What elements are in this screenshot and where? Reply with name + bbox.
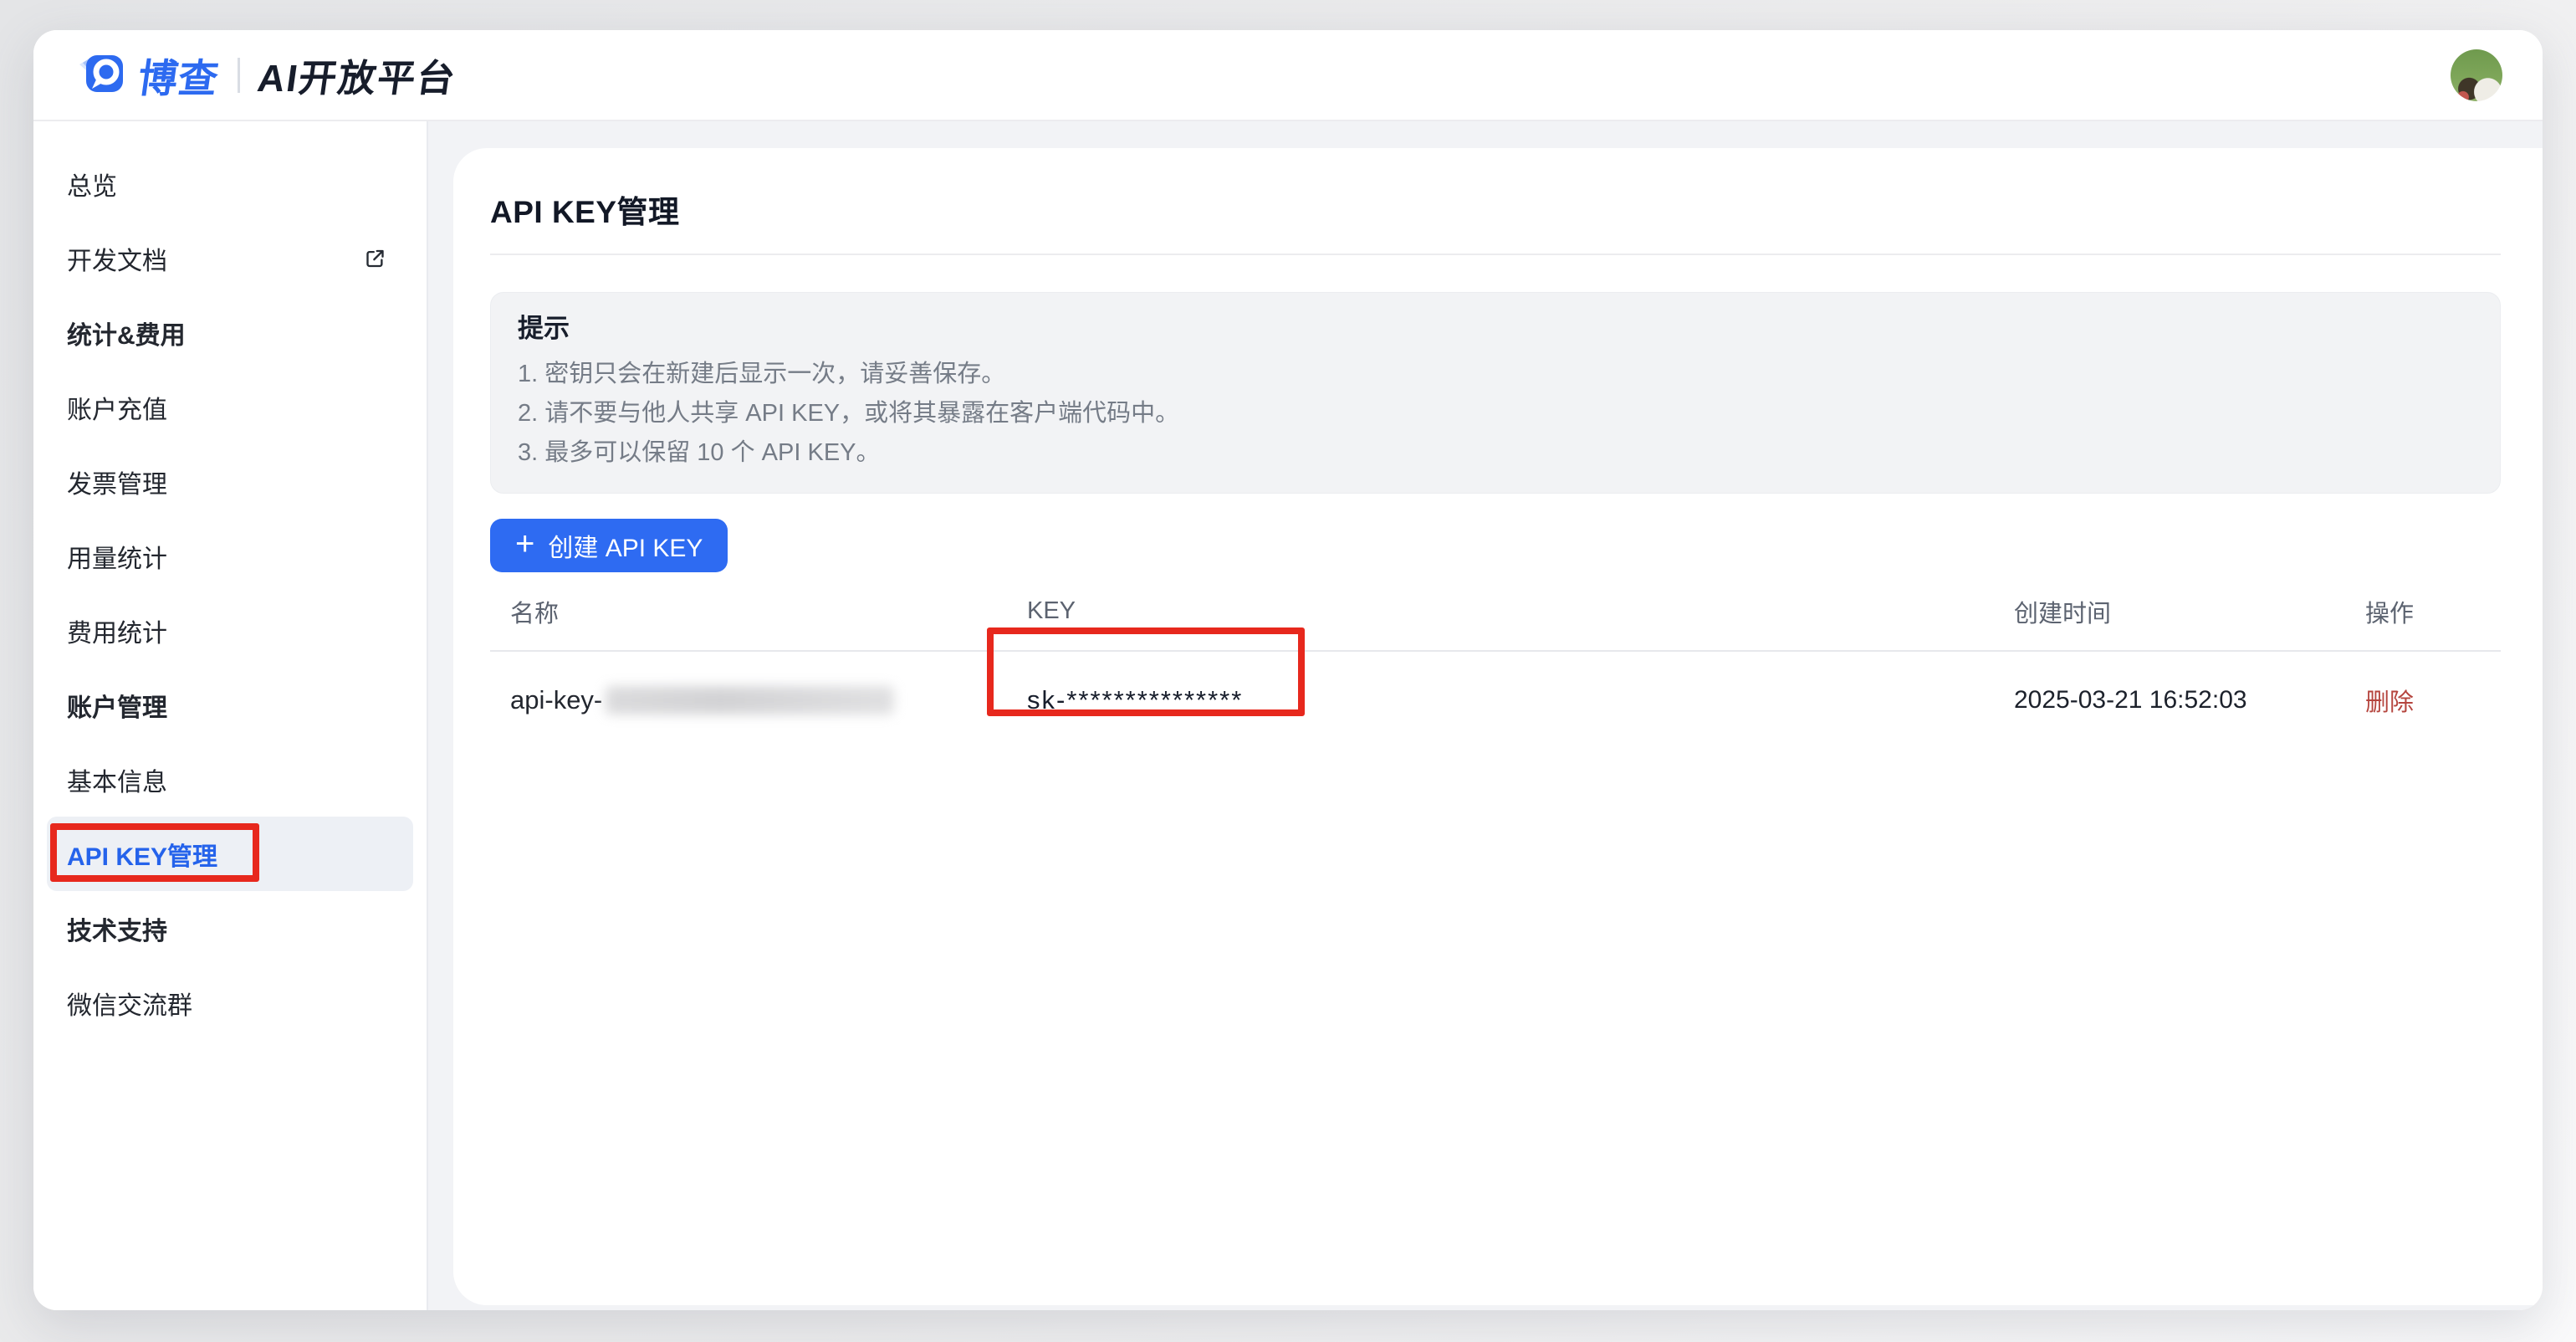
column-header-name: 名称 [490, 594, 1017, 629]
sidebar-item-label: 基本信息 [67, 761, 167, 798]
column-header-key: KEY [1017, 597, 2004, 625]
cell-api-key-name: api-key- [490, 685, 1017, 715]
cell-api-key-value: sk-*************** [1017, 685, 2004, 715]
api-key-name-prefix: api-key- [510, 685, 602, 715]
sidebar-item-basic-info[interactable]: 基本信息 [47, 742, 413, 817]
page-background: { "header": { "brand_name": "博查", "brand… [0, 0, 2576, 1342]
sidebar-section-label: 技术支持 [67, 910, 167, 947]
sidebar-item-label: 微信交流群 [67, 985, 192, 1022]
redacted-name-blur [606, 686, 894, 715]
sidebar-item-wechat-group[interactable]: 微信交流群 [47, 966, 413, 1040]
sidebar-item-dev-docs[interactable]: 开发文档 [47, 221, 413, 295]
sidebar-item-label: 用量统计 [67, 538, 167, 575]
column-header-action: 操作 [2349, 594, 2495, 629]
page-title: API KEY管理 [490, 187, 2501, 232]
sidebar-item-invoice-management[interactable]: 发票管理 [47, 444, 413, 519]
body-layout: 总览 开发文档 统计&费用 账户充值 发票管理 [33, 121, 2543, 1310]
sidebar-section-label: 统计&费用 [67, 315, 186, 351]
tip-line: 3. 最多可以保留 10 个 API KEY。 [518, 433, 2473, 473]
sidebar-item-cost-stats[interactable]: 费用统计 [47, 593, 413, 668]
sidebar-section-account-management: 账户管理 [47, 668, 413, 742]
sidebar-item-label: 费用统计 [67, 612, 167, 649]
masked-key-text: sk-*************** [1027, 685, 1243, 715]
topbar: 博查 AI开放平台 [33, 30, 2543, 121]
tips-box: 提示 1. 密钥只会在新建后显示一次，请妥善保存。 2. 请不要与他人共享 AP… [490, 292, 2501, 494]
sidebar-item-label: API KEY管理 [67, 836, 217, 873]
sidebar-item-api-key-management[interactable]: API KEY管理 [47, 817, 413, 891]
sidebar-item-overview[interactable]: 总览 [47, 146, 413, 221]
cell-created-time: 2025-03-21 16:52:03 [2004, 686, 2349, 715]
sidebar-item-account-recharge[interactable]: 账户充值 [47, 370, 413, 444]
brand: 博查 AI开放平台 [74, 46, 457, 104]
column-header-created-time: 创建时间 [2004, 594, 2349, 629]
create-api-key-label: 创建 API KEY [548, 527, 703, 564]
bocha-logo-icon [74, 52, 125, 99]
main-area: API KEY管理 提示 1. 密钥只会在新建后显示一次，请妥善保存。 2. 请… [428, 121, 2543, 1310]
external-link-icon [364, 247, 386, 269]
brand-divider [238, 58, 240, 93]
cell-action: 删除 [2349, 683, 2495, 718]
sidebar-section-tech-support: 技术支持 [47, 891, 413, 966]
sidebar-item-label: 总览 [67, 166, 117, 202]
sidebar-item-usage-stats[interactable]: 用量统计 [47, 519, 413, 593]
app-window: 博查 AI开放平台 总览 开发文档 统计&费用 [33, 30, 2543, 1310]
title-divider [490, 254, 2501, 255]
user-avatar[interactable] [2451, 49, 2502, 101]
sidebar-section-stats-billing: 统计&费用 [47, 295, 413, 370]
sidebar-section-label: 账户管理 [67, 687, 167, 724]
sidebar-item-label: 发票管理 [67, 464, 167, 500]
create-api-key-button[interactable]: + 创建 API KEY [490, 519, 728, 572]
sidebar: 总览 开发文档 统计&费用 账户充值 发票管理 [33, 121, 428, 1310]
sidebar-item-label: 开发文档 [67, 240, 167, 277]
tip-line: 2. 请不要与他人共享 API KEY，或将其暴露在客户端代码中。 [518, 394, 2473, 433]
tips-title: 提示 [518, 315, 2473, 343]
table-row: api-key- sk-*************** 2025-03-21 1… [490, 652, 2501, 749]
brand-suffix: AI开放平台 [254, 48, 460, 102]
delete-link[interactable]: 删除 [2365, 689, 2414, 716]
content-card: API KEY管理 提示 1. 密钥只会在新建后显示一次，请妥善保存。 2. 请… [453, 148, 2543, 1305]
table-header: 名称 KEY 创建时间 操作 [490, 572, 2501, 652]
tip-line: 1. 密钥只会在新建后显示一次，请妥善保存。 [518, 355, 2473, 394]
brand-name: 博查 [135, 46, 223, 104]
sidebar-item-label: 账户充值 [67, 389, 167, 426]
